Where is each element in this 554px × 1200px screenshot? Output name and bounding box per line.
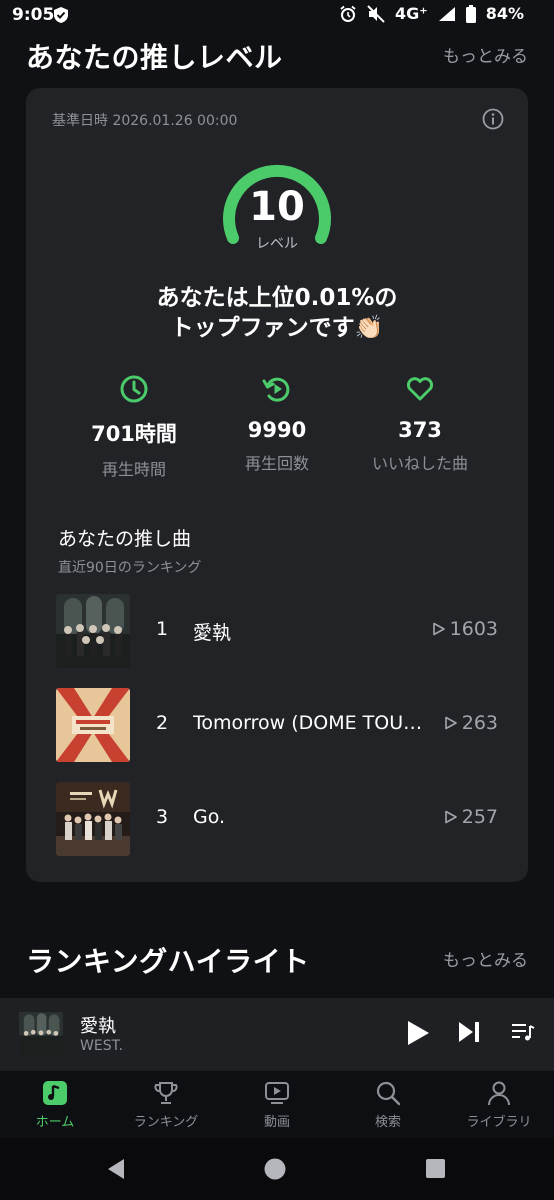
track-rank: 2 — [156, 712, 169, 734]
mini-player-album-art — [19, 1012, 63, 1056]
track-title: 愛執 — [193, 622, 232, 644]
info-icon[interactable] — [482, 108, 504, 130]
status-bar: 9:05 4G⁺ 84% — [0, 0, 554, 30]
signal-icon — [438, 6, 455, 21]
rank-text-line1: あなたは上位0.01%の — [156, 285, 398, 311]
track-rank: 1 — [156, 618, 169, 640]
mini-player-artist: WEST. — [80, 1038, 123, 1054]
track-title: Tomorrow (DOME TOUR 2025 ver.) — [193, 712, 433, 734]
stat-label: 再生時間 — [101, 460, 166, 479]
nav-label: ランキング — [133, 1115, 199, 1130]
stat-value: 373 — [398, 418, 442, 442]
stat-label: 再生回数 — [244, 454, 309, 473]
track-title: Go. — [193, 806, 226, 828]
ranking-more-link[interactable]: もっとみる — [443, 946, 528, 971]
mini-player[interactable]: 愛執 WEST. — [0, 998, 554, 1070]
stat-liked-songs: 373 いいねした曲 — [345, 374, 495, 474]
play-icon[interactable] — [406, 1020, 430, 1046]
clock-icon — [120, 375, 148, 403]
nav-video[interactable]: 動画 — [222, 1079, 332, 1130]
play-outline-icon — [444, 716, 457, 730]
track-row[interactable]: 3 Go. 257 — [56, 782, 506, 856]
skip-next-icon[interactable] — [458, 1020, 480, 1044]
nav-search[interactable]: 検索 — [333, 1079, 443, 1130]
oshi-level-card: 基準日時 2026.01.26 00:00 10 レベル あなたは上位0.01%… — [26, 88, 528, 882]
system-navigation-bar — [0, 1138, 554, 1200]
alarm-icon — [340, 5, 356, 22]
status-time: 9:05 — [12, 5, 55, 25]
track-play-count-value: 257 — [461, 806, 498, 828]
level-value: 10 — [249, 184, 305, 230]
track-play-count-value: 1603 — [449, 618, 498, 640]
album-art — [56, 782, 130, 856]
album-art — [56, 688, 130, 762]
oshi-section-header: あなたの推しレベル もっとみる — [26, 36, 528, 76]
heart-icon — [406, 377, 434, 401]
home-icon[interactable] — [264, 1158, 286, 1180]
rank-text-line2: トップファンです👏🏻 — [170, 315, 384, 341]
level-label: レベル — [256, 236, 298, 252]
stat-value: 701時間 — [91, 422, 177, 446]
shield-icon — [54, 7, 68, 23]
track-play-count: 263 — [444, 712, 498, 734]
nav-library[interactable]: ライブラリ — [444, 1079, 554, 1130]
nav-label: 動画 — [263, 1115, 290, 1130]
stat-play-time: 701時間 再生時間 — [59, 374, 209, 480]
nav-home[interactable]: ホーム — [0, 1079, 110, 1130]
stat-play-count: 9990 再生回数 — [202, 374, 352, 474]
level-gauge: 10 レベル — [221, 160, 333, 252]
bottom-navigation: ホーム ランキング 動画 検索 ライブラリ — [0, 1070, 554, 1139]
reference-date: 基準日時 2026.01.26 00:00 — [52, 113, 238, 129]
oshi-level-title: あなたの推しレベル — [26, 41, 283, 74]
person-icon — [488, 1081, 510, 1106]
track-play-count-value: 263 — [461, 712, 498, 734]
nav-label: 検索 — [374, 1115, 401, 1130]
trophy-icon — [154, 1082, 178, 1104]
track-rank: 3 — [156, 806, 169, 828]
favorite-songs-subtitle: 直近90日のランキング — [58, 560, 202, 576]
network-type: 4G⁺ — [394, 4, 428, 23]
queue-icon[interactable] — [511, 1020, 535, 1044]
recents-icon[interactable] — [426, 1159, 445, 1178]
battery-percent: 84% — [485, 4, 524, 23]
video-icon — [265, 1082, 289, 1104]
oshi-more-link[interactable]: もっとみる — [443, 42, 528, 67]
back-icon[interactable] — [106, 1158, 126, 1180]
nav-label: ライブラリ — [466, 1115, 532, 1130]
search-icon — [376, 1081, 401, 1106]
album-art — [56, 594, 130, 668]
track-row[interactable]: 1 愛執 1603 — [56, 594, 506, 668]
track-play-count: 1603 — [432, 618, 498, 640]
stat-label: いいねした曲 — [371, 454, 468, 473]
stat-value: 9990 — [247, 418, 307, 442]
mute-icon — [367, 4, 385, 23]
track-row[interactable]: 2 Tomorrow (DOME TOUR 2025 ver.) 263 — [56, 688, 506, 762]
replay-icon — [262, 377, 290, 402]
play-outline-icon — [432, 622, 445, 636]
track-play-count: 257 — [444, 806, 498, 828]
nav-label: ホーム — [35, 1115, 75, 1130]
mini-player-title: 愛執 — [80, 1016, 116, 1037]
ranking-section-header: ランキングハイライト もっとみる — [26, 940, 528, 980]
play-outline-icon — [444, 810, 457, 824]
ranking-highlight-title: ランキングハイライト — [26, 945, 310, 978]
home-music-icon — [43, 1081, 67, 1105]
nav-ranking[interactable]: ランキング — [111, 1079, 221, 1130]
favorite-songs-title: あなたの推し曲 — [58, 528, 192, 550]
battery-icon — [465, 4, 476, 23]
